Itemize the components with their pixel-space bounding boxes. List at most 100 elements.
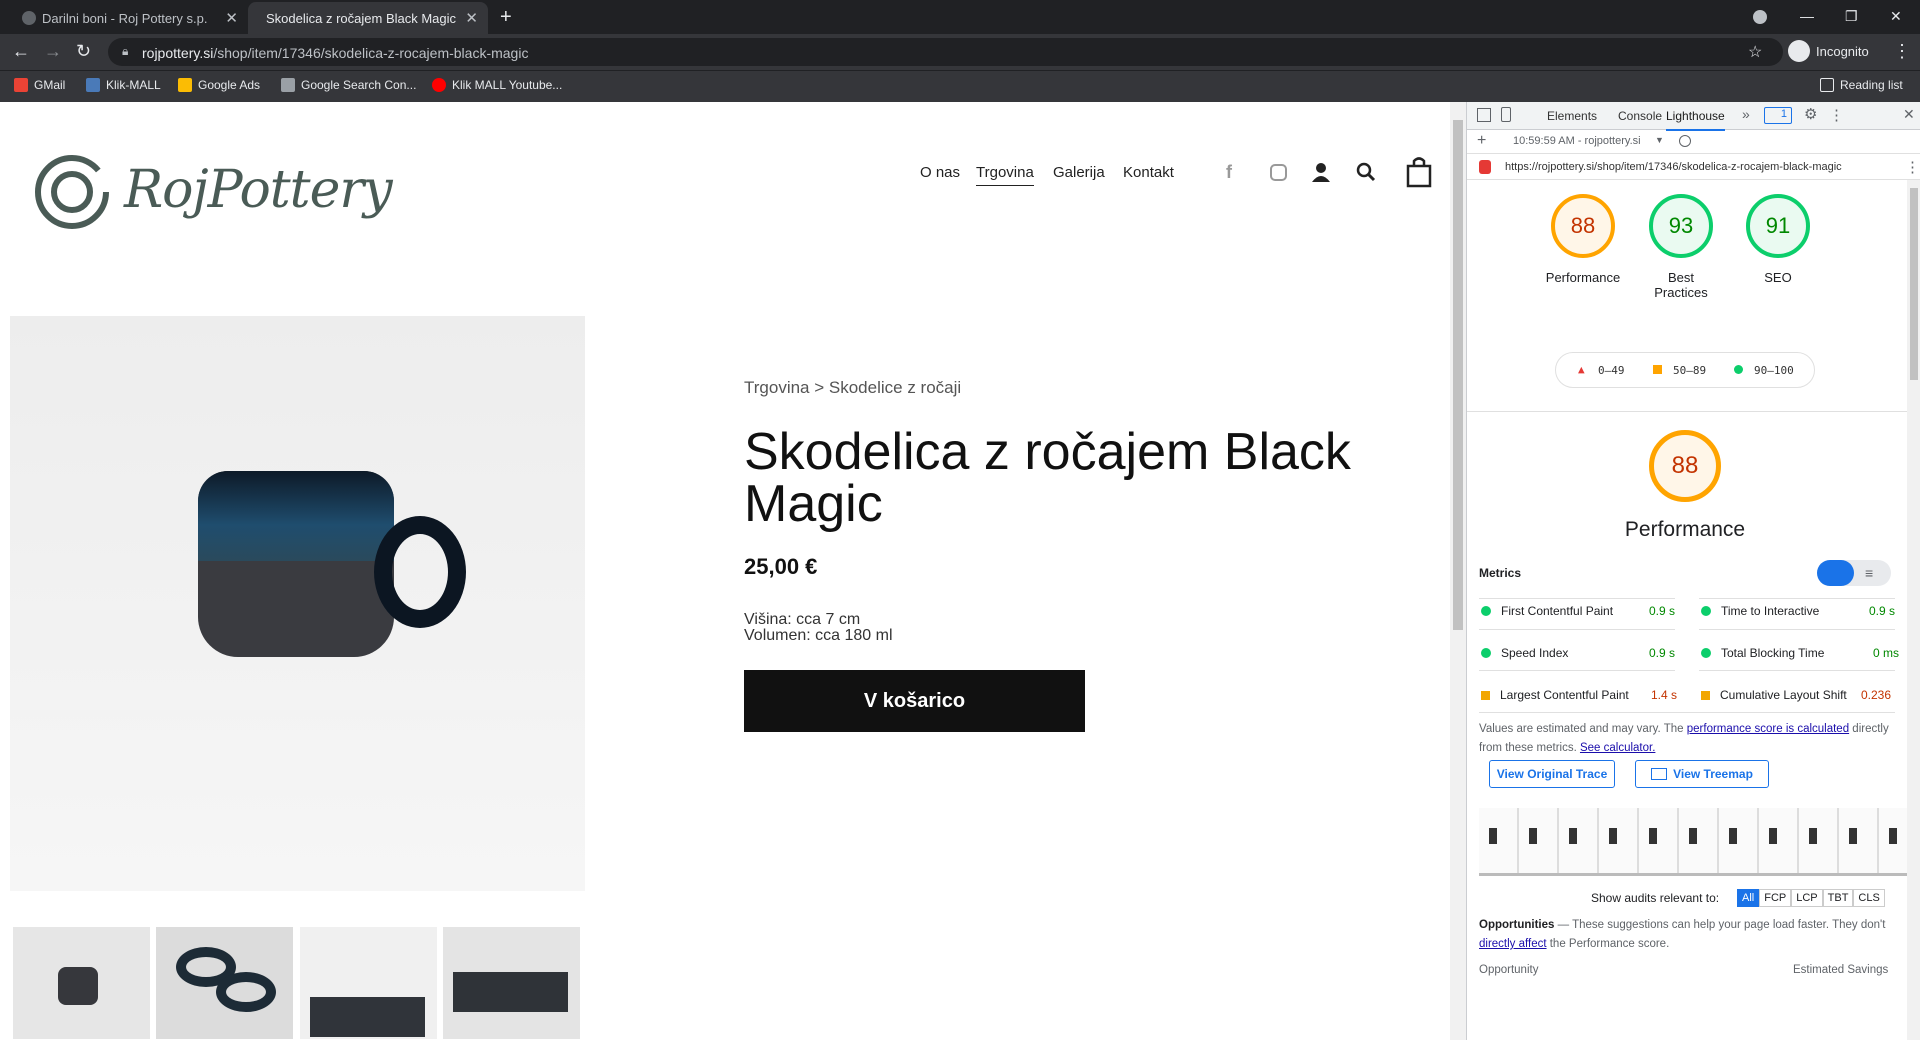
- close-tab-icon[interactable]: ✕: [465, 9, 478, 27]
- devtools-scrollbar[interactable]: [1907, 180, 1920, 1040]
- google-ads-icon: [178, 78, 192, 92]
- breadcrumb[interactable]: Trgovina > Skodelice z ročaji: [744, 378, 961, 398]
- tab-console[interactable]: Console: [1618, 109, 1662, 123]
- expanded-view-icon[interactable]: [1817, 560, 1854, 586]
- score-label: Performance: [1545, 270, 1621, 285]
- inspect-icon[interactable]: [1477, 108, 1491, 122]
- facebook-icon[interactable]: f: [1226, 162, 1232, 183]
- view-trace-button[interactable]: View Original Trace: [1489, 760, 1615, 788]
- report-selector[interactable]: 10:59:59 AM - rojpottery.si: [1513, 135, 1641, 147]
- gauge-seo[interactable]: 91 SEO: [1746, 194, 1810, 285]
- user-icon[interactable]: [1312, 162, 1330, 182]
- report-menu-icon[interactable]: ⋮: [1905, 158, 1920, 176]
- devtools-scroll-thumb[interactable]: [1910, 188, 1918, 380]
- clear-icon[interactable]: [1679, 135, 1691, 147]
- gauge-best-practices[interactable]: 93 Best Practices: [1649, 194, 1713, 300]
- incognito-profile[interactable]: Incognito: [1788, 40, 1869, 62]
- back-icon[interactable]: ←: [12, 41, 30, 62]
- devtools-menu-icon[interactable]: ⋮: [1829, 106, 1844, 124]
- metric-value: 0.9 s: [1649, 646, 1676, 660]
- bookmark-star-icon[interactable]: ☆: [1748, 42, 1762, 62]
- reading-list-label: Reading list: [1840, 78, 1903, 92]
- product-price: 25,00 €: [744, 554, 818, 579]
- report-url[interactable]: https://rojpottery.si/shop/item/17346/sk…: [1505, 161, 1842, 173]
- tab-strip: Darilni boni - Roj Pottery s.p. ✕ Skodel…: [0, 0, 1920, 34]
- search-icon[interactable]: [1356, 162, 1376, 182]
- metric-value: 0.236: [1861, 688, 1892, 702]
- thumbnail-4[interactable]: [443, 927, 580, 1039]
- menu-icon[interactable]: ⋮: [1893, 41, 1911, 62]
- treemap-icon: [1651, 768, 1668, 780]
- bookmark-label: Google Search Con...: [301, 78, 417, 92]
- close-window-icon[interactable]: ✕: [1890, 8, 1902, 25]
- tab-skodelica[interactable]: Skodelica z ročajem Black Magic ✕: [248, 2, 488, 34]
- bookmark-search-console[interactable]: Google Search Con...: [281, 78, 416, 92]
- site-logo[interactable]: RojPottery: [32, 150, 393, 230]
- audits-filter-label: Show audits relevant to:: [1591, 891, 1720, 905]
- thumbnail-1[interactable]: [13, 927, 150, 1039]
- bookmark-label: Google Ads: [198, 78, 261, 92]
- metric-value: 0.9 s: [1649, 604, 1676, 618]
- directly-affect-link[interactable]: directly affect: [1479, 938, 1547, 950]
- filter-lcp[interactable]: LCP: [1791, 889, 1823, 907]
- bookmark-google-ads[interactable]: Google Ads: [178, 78, 260, 92]
- filter-tbt[interactable]: TBT: [1822, 889, 1854, 907]
- view-treemap-button[interactable]: View Treemap: [1635, 760, 1769, 788]
- tab-elements[interactable]: Elements: [1547, 109, 1597, 123]
- button-label: View Treemap: [1673, 767, 1753, 781]
- new-report-icon[interactable]: +: [1477, 132, 1486, 150]
- dropdown-caret-icon[interactable]: ▼: [1655, 135, 1664, 145]
- tab-search-icon[interactable]: [1753, 10, 1767, 24]
- close-devtools-icon[interactable]: ✕: [1903, 106, 1915, 123]
- nav-o-nas[interactable]: O nas: [920, 164, 960, 181]
- col-opportunity: Opportunity: [1479, 964, 1539, 976]
- page-scrollbar[interactable]: [1450, 102, 1466, 1040]
- bookmark-klik-mall[interactable]: Klik-MALL: [86, 78, 161, 92]
- url-text: rojpottery.si/shop/item/17346/skodelica-…: [142, 45, 529, 61]
- gmail-icon: [14, 78, 28, 92]
- nav-trgovina[interactable]: Trgovina: [976, 164, 1034, 186]
- nav-kontakt[interactable]: Kontakt: [1123, 164, 1174, 181]
- cart-icon[interactable]: [1406, 156, 1432, 188]
- forward-icon[interactable]: →: [44, 41, 62, 62]
- gauge-performance[interactable]: 88 Performance: [1546, 194, 1620, 285]
- thumbnail-3[interactable]: [300, 927, 437, 1039]
- bookmark-label: Klik-MALL: [106, 78, 161, 92]
- metrics-view-toggle[interactable]: ≡: [1817, 560, 1891, 586]
- metric-name: Largest Contentful Paint: [1500, 688, 1629, 702]
- settings-gear-icon[interactable]: ⚙: [1804, 105, 1817, 123]
- instagram-icon[interactable]: [1270, 164, 1287, 181]
- minimize-icon[interactable]: —: [1800, 8, 1814, 24]
- restore-icon[interactable]: ❐: [1845, 8, 1858, 25]
- bookmark-gmail[interactable]: GMail: [14, 78, 65, 92]
- see-calculator-link[interactable]: See calculator.: [1580, 742, 1655, 754]
- close-tab-icon[interactable]: ✕: [225, 9, 238, 27]
- opps-text: — These suggestions can help your page l…: [1554, 919, 1886, 931]
- issues-badge[interactable]: 1: [1764, 107, 1792, 124]
- nav-galerija[interactable]: Galerija: [1053, 164, 1105, 181]
- device-toolbar-icon[interactable]: [1501, 107, 1511, 122]
- add-to-cart-button[interactable]: V košarico: [744, 670, 1085, 732]
- new-tab-icon[interactable]: +: [500, 6, 512, 29]
- pass-circle-icon: [1734, 365, 1743, 374]
- metrics-note: Values are estimated and may vary. The p…: [1479, 720, 1889, 758]
- filter-fcp[interactable]: FCP: [1759, 889, 1792, 907]
- filter-cls[interactable]: CLS: [1853, 889, 1885, 907]
- reload-icon[interactable]: ↻: [76, 41, 91, 62]
- mug-handle: [374, 516, 466, 628]
- bookmark-youtube[interactable]: Klik MALL Youtube...: [432, 78, 562, 92]
- filmstrip-frames: [1479, 828, 1907, 844]
- filter-all[interactable]: All: [1737, 889, 1760, 907]
- list-view-icon[interactable]: ≡: [1865, 565, 1873, 581]
- lock-icon: 🔒︎: [122, 44, 129, 58]
- thumbnail-2[interactable]: [156, 927, 293, 1039]
- product-image[interactable]: [10, 316, 585, 891]
- address-bar[interactable]: 🔒︎ rojpottery.si/shop/item/17346/skodeli…: [108, 38, 1783, 66]
- reading-list[interactable]: Reading list: [1820, 78, 1903, 92]
- more-tabs-icon[interactable]: »: [1742, 106, 1750, 122]
- tab-lighthouse[interactable]: Lighthouse: [1666, 109, 1725, 131]
- scrollbar-thumb[interactable]: [1453, 120, 1463, 630]
- devtools-panel: Elements Console Lighthouse » 1 ⚙ ⋮ ✕ + …: [1466, 102, 1920, 1040]
- tab-darilni-boni[interactable]: Darilni boni - Roj Pottery s.p. ✕: [0, 2, 248, 34]
- score-calculated-link[interactable]: performance score is calculated: [1687, 723, 1849, 735]
